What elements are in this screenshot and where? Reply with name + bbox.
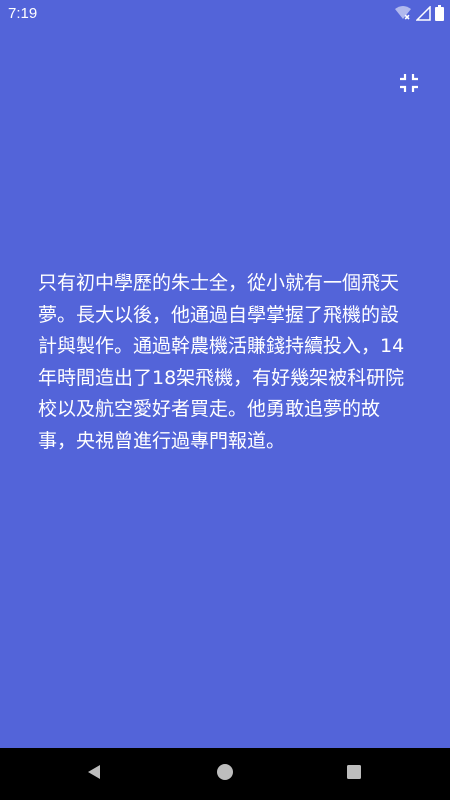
recents-button[interactable] (338, 758, 370, 790)
status-icons (394, 5, 444, 21)
article-text: 只有初中學歷的朱士全，從小就有一個飛天夢。長大以後，他通過自學掌握了飛機的設計與… (38, 272, 405, 452)
recents-icon (346, 764, 362, 784)
cellular-signal-icon (416, 5, 431, 21)
home-button[interactable] (209, 758, 241, 790)
wifi-icon (394, 5, 412, 21)
navigation-bar (0, 748, 450, 800)
home-icon (216, 763, 234, 785)
back-button[interactable] (78, 758, 110, 790)
battery-icon (435, 5, 444, 21)
fullscreen-exit-button[interactable] (392, 68, 426, 102)
fullscreen-exit-icon (398, 72, 420, 98)
status-bar: 7:19 (0, 0, 450, 28)
status-time: 7:19 (8, 5, 38, 22)
back-icon (85, 763, 103, 785)
